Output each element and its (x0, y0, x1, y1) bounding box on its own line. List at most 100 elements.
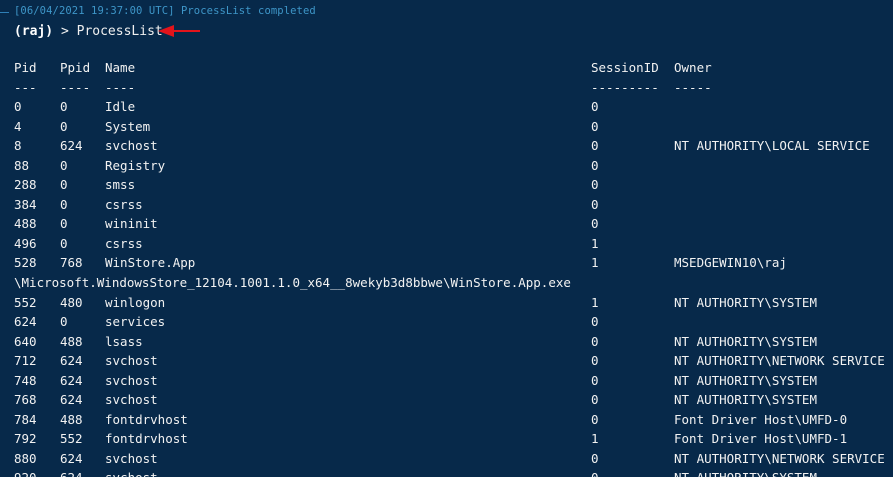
cell-pid: 88 (14, 157, 30, 173)
cell-pid: 712 (14, 353, 37, 369)
cell-name: svchost (105, 353, 158, 369)
cell-session: 0 (591, 196, 599, 212)
cell-ppid: 552 (60, 431, 83, 447)
table-row: 920 624 svchost 0 NT AUTHORITY\SYSTEM (0, 468, 893, 477)
cell-ppid: 0 (60, 157, 68, 173)
table-underline-row: --- ---- ---- --------- ----- (0, 78, 893, 98)
cell-ppid: 480 (60, 294, 83, 310)
cell-name: lsass (105, 333, 143, 349)
cell-session: 0 (591, 353, 599, 369)
table-row: 288 0 smss 0 (0, 175, 893, 195)
cell-ppid: 624 (60, 138, 83, 154)
cell-name: services (105, 314, 166, 330)
header-pid: Pid (14, 60, 37, 75)
cell-owner: NT AUTHORITY\SYSTEM (674, 468, 817, 477)
cell-ppid: 0 (60, 196, 68, 212)
table-row: 748 624 svchost 0 NT AUTHORITY\SYSTEM (0, 371, 893, 391)
cell-name: fontdrvhost (105, 431, 188, 447)
prompt-user: (raj) (14, 23, 54, 39)
status-dash (0, 11, 9, 13)
cell-pid: 384 (14, 196, 37, 212)
header-owner: Owner (674, 60, 712, 75)
status-line: [06/04/2021 19:37:00 UTC] ProcessList co… (0, 4, 316, 18)
cell-name: svchost (105, 138, 158, 154)
table-row: 712 624 svchost 0 NT AUTHORITY\NETWORK SERVI… (0, 351, 893, 371)
cell-name: fontdrvhost (105, 411, 188, 427)
cell-owner: NT AUTHORITY\NETWORK SERVICE (674, 450, 885, 466)
cell-pid: 496 (14, 235, 37, 251)
cell-session: 0 (591, 177, 599, 193)
table-row: 0 0 Idle 0 (0, 97, 893, 117)
cell-name: System (105, 118, 151, 134)
cell-ppid: 0 (60, 177, 68, 193)
cell-session: 1 (591, 255, 599, 271)
header-session: SessionID (591, 60, 659, 75)
table-row: 640 488 lsass 0 NT AUTHORITY\SYSTEM (0, 332, 893, 352)
cell-pid: 920 (14, 468, 37, 477)
cell-pid: 8 (14, 138, 22, 154)
red-arrow-icon (158, 25, 200, 37)
underline-owner: ----- (674, 79, 712, 95)
status-text: [06/04/2021 19:37:00 UTC] ProcessList co… (14, 5, 316, 17)
table-row: 488 0 wininit 0 (0, 214, 893, 234)
cell-ppid: 624 (60, 392, 83, 408)
table-row: 88 0 Registry 0 (0, 156, 893, 176)
cell-name: svchost (105, 372, 158, 388)
cell-ppid: 768 (60, 255, 83, 271)
cell-ppid: 624 (60, 353, 83, 369)
cell-ppid: 0 (60, 235, 68, 251)
table-row: 768 624 svchost 0 NT AUTHORITY\SYSTEM (0, 390, 893, 410)
cell-name: svchost (105, 450, 158, 466)
cell-name: svchost (105, 392, 158, 408)
cell-name: Registry (105, 157, 166, 173)
cell-pid: 792 (14, 431, 37, 447)
cell-pid: 488 (14, 216, 37, 232)
cell-pid: 624 (14, 314, 37, 330)
table-row: 384 0 csrss 0 (0, 195, 893, 215)
underline-ppid: ---- (60, 79, 91, 95)
cell-pid: 0 (14, 99, 22, 115)
process-table: Pid Ppid Name SessionID Owner --- ---- -… (0, 58, 893, 477)
cell-owner: NT AUTHORITY\SYSTEM (674, 333, 817, 349)
cell-ppid: 0 (60, 314, 68, 330)
cell-session: 1 (591, 431, 599, 447)
underline-name: ---- (105, 79, 136, 95)
cell-session: 0 (591, 372, 599, 388)
table-body: 0 0 Idle 0 4 0 System 0 8 624 svchost 0 NT AUTHORITY… (0, 97, 893, 477)
cell-pid: 552 (14, 294, 37, 310)
cell-pid: 784 (14, 411, 37, 427)
cell-owner: NT AUTHORITY\LOCAL SERVICE (674, 138, 870, 154)
command-prompt[interactable]: (raj) > ProcessList (14, 21, 163, 41)
cell-pid: 880 (14, 450, 37, 466)
table-row: 4 0 System 0 (0, 117, 893, 137)
cell-session: 0 (591, 450, 599, 466)
cell-ppid: 0 (60, 99, 68, 115)
table-row: 528 768 WinStore.App 1 MSEDGEWIN10\raj (0, 253, 893, 273)
table-row: 792 552 fontdrvhost 1 Font Driver Host\UMFD-… (0, 429, 893, 449)
prompt-separator: > (53, 23, 77, 39)
cell-session: 1 (591, 235, 599, 251)
cell-owner: Font Driver Host\UMFD-0 (674, 411, 848, 427)
cell-ppid: 624 (60, 372, 83, 388)
cell-session: 0 (591, 468, 599, 477)
cell-pid: 748 (14, 372, 37, 388)
cell-owner: MSEDGEWIN10\raj (674, 255, 787, 271)
prompt-command: ProcessList (76, 23, 163, 39)
underline-pid: --- (14, 79, 37, 95)
cell-pid: 528 (14, 255, 37, 271)
cell-ppid: 0 (60, 118, 68, 134)
cell-name: winlogon (105, 294, 166, 310)
cell-session: 0 (591, 333, 599, 349)
table-row-continuation: \Microsoft.WindowsStore_12104.1001.1.0_x… (0, 273, 893, 293)
cell-name: csrss (105, 235, 143, 251)
cell-name: WinStore.App (105, 255, 196, 271)
terminal-window[interactable]: [06/04/2021 19:37:00 UTC] ProcessList co… (0, 0, 893, 477)
table-header-row: Pid Ppid Name SessionID Owner (0, 58, 893, 78)
cell-pid: 288 (14, 177, 37, 193)
cell-ppid: 488 (60, 333, 83, 349)
cell-session: 0 (591, 411, 599, 427)
cell-session: 0 (591, 157, 599, 173)
cell-owner: NT AUTHORITY\SYSTEM (674, 392, 817, 408)
cell-owner: NT AUTHORITY\NETWORK SERVICE (674, 353, 885, 369)
cell-session: 0 (591, 138, 599, 154)
